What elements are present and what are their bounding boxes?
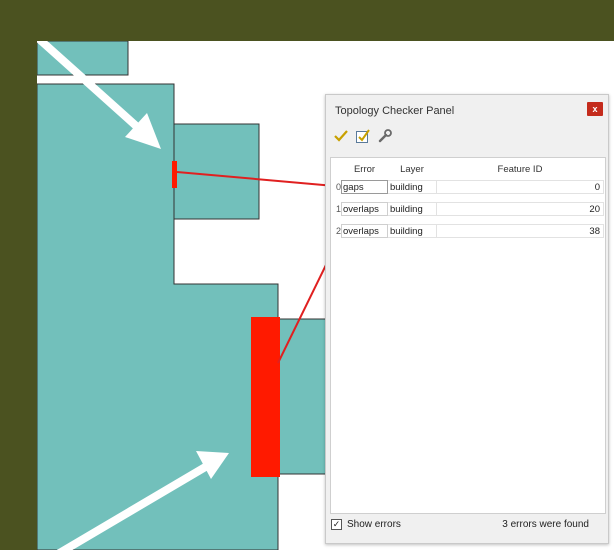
table-row[interactable]: 1 overlaps building 20 — [331, 202, 605, 217]
row-number: 2 — [335, 226, 341, 236]
overlap-error-highlight — [251, 317, 280, 477]
building-feature[interactable] — [173, 123, 260, 220]
layer-cell[interactable]: building — [388, 180, 436, 194]
show-errors-checkbox[interactable]: ✓ — [331, 519, 342, 530]
wrench-icon — [378, 129, 392, 143]
row-number: 1 — [335, 204, 341, 214]
gap-error-highlight — [172, 161, 177, 188]
column-header-layer[interactable]: Layer — [388, 164, 436, 175]
close-button[interactable]: x — [587, 102, 603, 116]
column-header-feature-id[interactable]: Feature ID — [436, 164, 604, 175]
table-header: Error Layer Feature ID — [331, 158, 605, 180]
panel-toolbar — [333, 128, 396, 146]
show-errors-label[interactable]: Show errors — [347, 519, 401, 530]
close-icon: x — [592, 104, 598, 114]
table-row[interactable]: 0 gaps building 0 — [331, 180, 605, 195]
topology-checker-panel: Topology Checker Panel x Error Layer Fea… — [325, 94, 609, 544]
feature-id-cell[interactable]: 20 — [436, 202, 604, 216]
error-cell[interactable]: overlaps — [341, 202, 388, 216]
status-text: 3 errors were found — [502, 519, 589, 530]
error-table[interactable]: Error Layer Feature ID 0 gaps building 0… — [330, 157, 606, 514]
column-header-error[interactable]: Error — [341, 164, 388, 175]
building-feature[interactable] — [277, 318, 330, 475]
checkmark-icon — [334, 130, 348, 142]
row-number: 0 — [335, 182, 341, 192]
checklist-icon — [355, 129, 370, 143]
layer-cell[interactable]: building — [388, 202, 436, 216]
table-row[interactable]: 2 overlaps building 38 — [331, 224, 605, 239]
map-canvas[interactable]: Topology Checker Panel x Error Layer Fea… — [37, 41, 614, 550]
validate-all-button[interactable] — [333, 128, 349, 144]
layer-cell[interactable]: building — [388, 224, 436, 238]
validate-extent-button[interactable] — [355, 128, 371, 144]
feature-id-cell[interactable]: 0 — [436, 180, 604, 194]
feature-id-cell[interactable]: 38 — [436, 224, 604, 238]
error-cell[interactable]: gaps — [341, 180, 388, 194]
panel-statusbar: ✓ Show errors 3 errors were found — [331, 518, 603, 534]
configure-rules-button[interactable] — [377, 128, 393, 144]
error-cell[interactable]: overlaps — [341, 224, 388, 238]
panel-title: Topology Checker Panel — [335, 105, 455, 117]
